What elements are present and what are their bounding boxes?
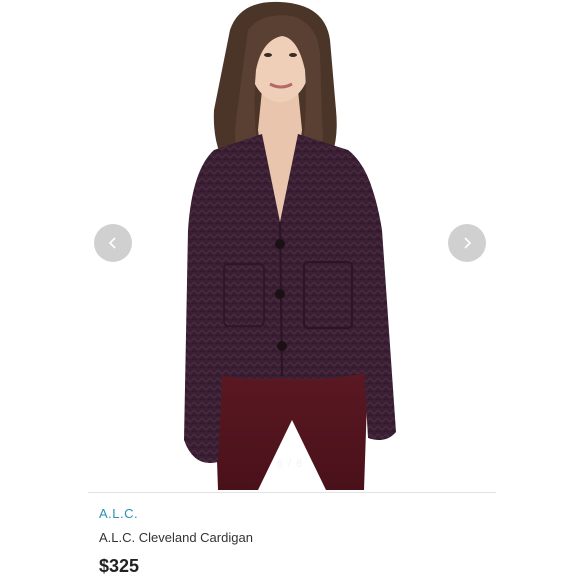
chevron-right-icon: [464, 237, 472, 249]
brand-link[interactable]: A.L.C.: [99, 506, 138, 521]
product-price: $325: [99, 556, 140, 576]
product-image-gallery[interactable]: 6 / 6: [0, 0, 580, 492]
product-photo: [184, 1, 396, 490]
chevron-left-icon: [108, 237, 116, 249]
divider: [88, 492, 496, 493]
next-image-button[interactable]: [448, 224, 486, 262]
image-counter: 6 / 6: [276, 458, 304, 470]
product-title: A.L.C. Cleveland Cardigan: [99, 530, 253, 545]
previous-image-button[interactable]: [94, 224, 132, 262]
